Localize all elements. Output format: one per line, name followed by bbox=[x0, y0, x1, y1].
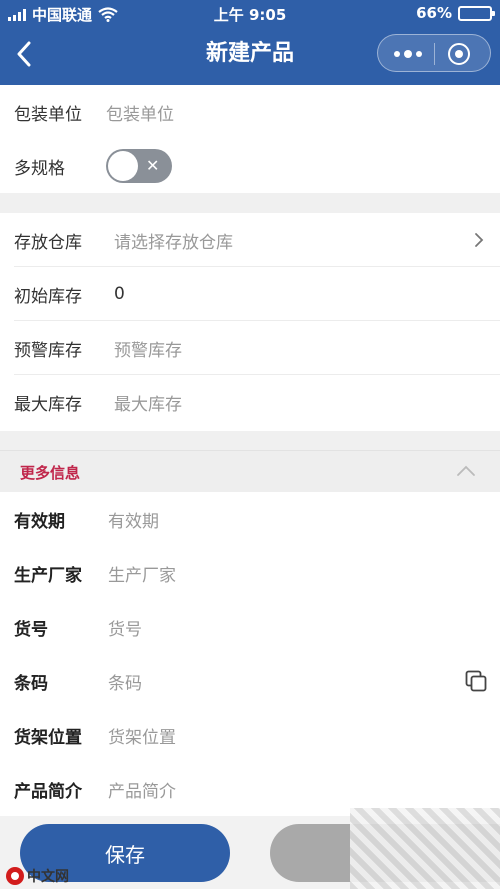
expiry-label: 有效期 bbox=[14, 511, 65, 532]
shelf-label: 货架位置 bbox=[14, 727, 82, 748]
manufacturer-input[interactable]: 生产厂家 bbox=[108, 561, 176, 586]
watermark-logo: 中文网 bbox=[6, 866, 69, 886]
max-stock-label: 最大库存 bbox=[14, 394, 82, 415]
warning-stock-label: 预警库存 bbox=[14, 340, 82, 361]
more-dots-icon bbox=[394, 51, 400, 57]
warehouse-select[interactable]: 请选择存放仓库 bbox=[114, 228, 233, 253]
initial-stock-input[interactable]: 0 bbox=[114, 284, 125, 304]
package-unit-row: 包装单位 包装单位 bbox=[0, 85, 500, 139]
top-bar: 中国联通 上午 9:05 66% 新建产品 bbox=[0, 0, 500, 85]
warning-stock-row: 预警库存 预警库存 bbox=[0, 321, 500, 375]
more-menu-button[interactable] bbox=[390, 35, 426, 73]
expiry-row: 有效期 有效期 bbox=[0, 492, 500, 546]
initial-stock-label: 初始库存 bbox=[14, 286, 82, 307]
shelf-row: 货架位置 货架位置 bbox=[0, 708, 500, 762]
multi-spec-row: 多规格 ✕ bbox=[0, 139, 500, 193]
manufacturer-row: 生产厂家 生产厂家 bbox=[0, 546, 500, 600]
stock-section: 存放仓库 请选择存放仓库 初始库存 0 预警库存 预警库存 最大库存 最大库存 bbox=[0, 213, 500, 431]
basic-section: 包装单位 包装单位 多规格 ✕ bbox=[0, 85, 500, 193]
initial-stock-row: 初始库存 0 bbox=[0, 267, 500, 321]
barcode-label: 条码 bbox=[14, 673, 48, 694]
mini-program-capsule bbox=[377, 34, 491, 72]
battery-icon bbox=[458, 5, 495, 21]
watermark-pattern bbox=[350, 808, 500, 889]
barcode-input[interactable]: 条码 bbox=[108, 669, 142, 694]
intro-input[interactable]: 产品简介 bbox=[108, 777, 176, 802]
max-stock-input[interactable]: 最大库存 bbox=[114, 390, 182, 415]
intro-label: 产品简介 bbox=[14, 781, 82, 802]
more-info-section: 有效期 有效期 生产厂家 生产厂家 货号 货号 条码 条码 货架位置 货架位置 … bbox=[0, 492, 500, 816]
status-bar: 中国联通 上午 9:05 66% bbox=[0, 0, 500, 28]
chevron-right-icon bbox=[472, 230, 486, 250]
expiry-input[interactable]: 有效期 bbox=[108, 507, 159, 532]
chevron-up-icon bbox=[457, 465, 475, 476]
logo-icon bbox=[6, 867, 24, 885]
multi-spec-toggle[interactable]: ✕ bbox=[106, 149, 172, 183]
package-unit-input[interactable]: 包装单位 bbox=[106, 100, 174, 125]
shelf-input[interactable]: 货架位置 bbox=[108, 723, 176, 748]
toggle-knob bbox=[108, 151, 138, 181]
close-mini-program-button[interactable] bbox=[448, 43, 470, 65]
item-no-label: 货号 bbox=[14, 619, 48, 640]
barcode-row: 条码 条码 bbox=[0, 654, 500, 708]
manufacturer-label: 生产厂家 bbox=[14, 565, 82, 586]
item-no-row: 货号 货号 bbox=[0, 600, 500, 654]
more-info-header[interactable]: 更多信息 bbox=[0, 450, 500, 492]
max-stock-row: 最大库存 最大库存 bbox=[0, 375, 500, 429]
warehouse-row[interactable]: 存放仓库 请选择存放仓库 bbox=[0, 213, 500, 267]
package-unit-label: 包装单位 bbox=[14, 104, 82, 125]
item-no-input[interactable]: 货号 bbox=[108, 615, 142, 640]
logo-text: 中文网 bbox=[27, 869, 69, 885]
multi-spec-label: 多规格 bbox=[14, 158, 65, 179]
copy-icon[interactable] bbox=[464, 669, 488, 693]
warning-stock-input[interactable]: 预警库存 bbox=[114, 336, 182, 361]
more-info-title: 更多信息 bbox=[20, 464, 81, 482]
battery-percent: 66% bbox=[416, 4, 452, 22]
warehouse-label: 存放仓库 bbox=[14, 232, 82, 253]
close-icon: ✕ bbox=[146, 156, 160, 175]
